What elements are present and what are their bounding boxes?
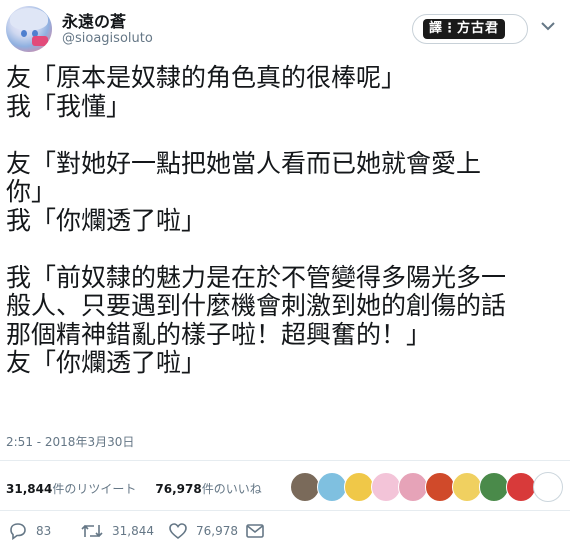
like-button[interactable]: 76,978 — [168, 520, 238, 542]
avatar-ribbon — [32, 36, 48, 46]
avatar-hair — [10, 8, 48, 30]
tweet-stats: 31,844件のリツイート 76,978件のいいね — [6, 480, 262, 497]
chevron-down-icon[interactable] — [540, 20, 558, 34]
liker-avatar-4[interactable] — [371, 472, 401, 502]
tweet-line — [6, 121, 562, 150]
tweet-line: 那個精神錯亂的樣子啦！超興奮的！」 — [6, 319, 432, 349]
dm-button[interactable] — [245, 520, 273, 542]
retweet-stat-label[interactable]: 件のリツイート — [52, 482, 136, 496]
liker-avatar-6[interactable] — [425, 472, 455, 502]
like-stat-count[interactable]: 76,978 — [155, 482, 201, 496]
tweet-line: 我「前奴隸的魅力是在於不管變得多陽光多一 — [6, 262, 507, 292]
like-count: 76,978 — [196, 524, 238, 538]
reply-count: 83 — [36, 524, 52, 538]
tweet-line: 我「我懂」 — [6, 91, 132, 121]
tweet-line: 友「原本是奴隸的角色真的很棒呢」 — [6, 63, 407, 92]
retweet-button[interactable]: 31,844 — [80, 520, 154, 542]
liker-avatar-7[interactable] — [452, 472, 482, 502]
liker-avatar-10[interactable] — [533, 472, 563, 502]
tweet-header: 永遠の蒼 @sioagisoluto 譯⋮方古君 — [0, 0, 570, 58]
liker-avatar-5[interactable] — [398, 472, 428, 502]
liker-avatar-8[interactable] — [479, 472, 509, 502]
avatar-eye-left — [21, 30, 27, 37]
tweet-line: 你」 — [6, 177, 57, 206]
heart-icon — [169, 523, 187, 540]
translate-button[interactable]: 譯⋮方古君 — [412, 14, 528, 44]
liker-avatar-1[interactable] — [290, 472, 320, 502]
divider-top — [0, 460, 570, 461]
tweet-line: 友「對她好一點把她當人看而已她就會愛上 — [6, 148, 482, 178]
tweet-actions: 83 31,844 76,978 — [0, 520, 570, 546]
envelope-icon — [246, 524, 264, 538]
tweet-line: 友「你爛透了啦」 — [6, 348, 207, 377]
tweet-line: 我「你爛透了啦」 — [6, 205, 207, 235]
divider-bottom — [0, 510, 570, 511]
translate-badge: 譯⋮方古君 — [423, 19, 506, 39]
tweet-text: 友「原本是奴隸的角色真的很棒呢」 我「我懂」友「對她好一點把她當人看而已她就會愛上… — [6, 63, 562, 378]
reply-icon — [10, 523, 26, 540]
tweet-timestamp[interactable]: 2:51 - 2018年3月30日 — [6, 433, 134, 450]
retweet-stat-count[interactable]: 31,844 — [6, 482, 52, 496]
liker-avatar-3[interactable] — [344, 472, 374, 502]
tweet-line: 般人、只要遇到什麼機會刺激到她的創傷的話 — [6, 291, 507, 320]
retweet-count: 31,844 — [112, 524, 154, 538]
liker-avatar-9[interactable] — [506, 472, 536, 502]
reply-button[interactable]: 83 — [8, 520, 51, 542]
retweet-icon — [81, 524, 103, 538]
like-stat-label[interactable]: 件のいいね — [202, 482, 262, 496]
tweet-line — [6, 235, 562, 264]
liker-avatar-2[interactable] — [317, 472, 347, 502]
display-name[interactable]: 永遠の蒼 — [62, 8, 126, 32]
avatar[interactable] — [6, 6, 52, 52]
user-handle[interactable]: @sioagisoluto — [62, 31, 153, 46]
